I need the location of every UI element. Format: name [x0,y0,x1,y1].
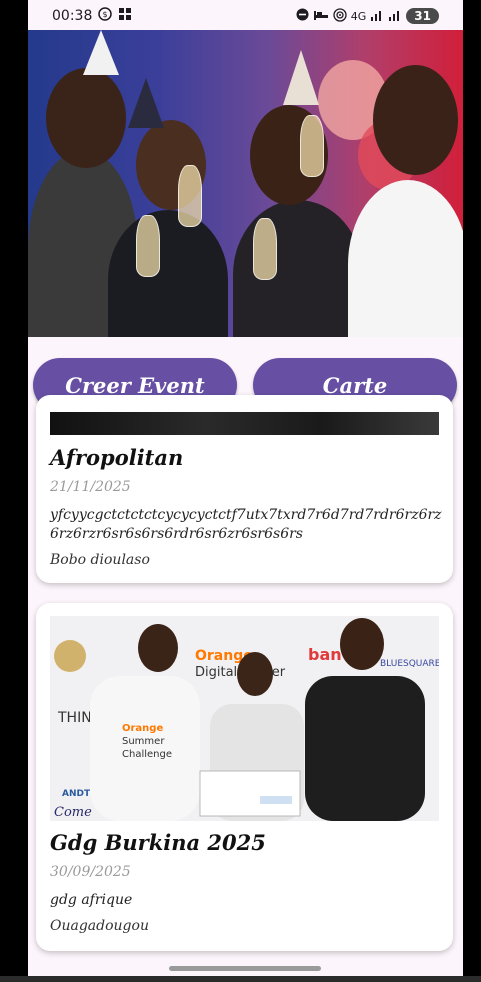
event-image: Orange Digital Center ban BLUESQUARE THI… [50,616,439,821]
event-image [50,412,439,435]
home-indicator[interactable] [169,966,321,971]
battery-badge: 31 [406,8,439,24]
svg-text:Summer: Summer [122,736,165,747]
event-description: yfcyycgctctctctcycycyctctf7utx7txrd7r6d7… [50,507,442,542]
status-bar: 00:38 $ 4G 31 [28,0,463,32]
event-title: Gdg Burkina 2025 [50,830,266,855]
think-text: THIN [57,710,92,726]
champagne-glass [300,115,324,177]
event-card[interactable]: Orange Digital Center ban BLUESQUARE THI… [36,603,453,951]
dnd-icon [296,8,309,24]
svg-text:ban: ban [308,645,342,664]
come-text: Come [54,805,92,820]
signal-icon-2 [388,9,402,24]
signal-icon [370,9,384,24]
bluesquare-text: BLUESQUARE [380,659,439,669]
network-type: 4G [350,9,367,23]
person-figure [348,180,463,337]
notification-icon: $ [98,7,113,25]
person-head [373,65,458,175]
svg-text:Challenge: Challenge [122,749,172,760]
event-date: 30/09/2025 [50,864,131,880]
svg-text:$: $ [103,10,108,19]
party-hat [128,78,164,128]
champagne-glass [136,215,160,277]
person-head [46,68,126,168]
event-location: Bobo dioulaso [50,552,150,568]
event-title: Afropolitan [50,445,184,470]
event-location: Ouagadougou [50,918,149,934]
hotspot-icon [333,7,347,25]
device-bottom-bar [0,976,481,982]
status-time: 00:38 [52,8,93,24]
party-hat [283,50,319,105]
svg-text:Orange: Orange [122,723,163,734]
champagne-glass [253,218,277,280]
person-figure [108,210,228,337]
hero-party-image [28,30,463,337]
grid-icon [118,7,132,25]
device-frame-left [0,0,28,982]
event-date: 21/11/2025 [50,479,131,495]
event-description: gdg afrique [50,892,133,908]
bed-icon [313,9,329,24]
party-hat [83,30,119,75]
app-screen: 00:38 $ 4G 31 Creer Event Carte Afropoli… [28,0,463,982]
event-card[interactable]: Afropolitan 21/11/2025 yfcyycgctctctctcy… [36,395,453,583]
device-frame-right [463,0,481,982]
champagne-glass [178,165,202,227]
